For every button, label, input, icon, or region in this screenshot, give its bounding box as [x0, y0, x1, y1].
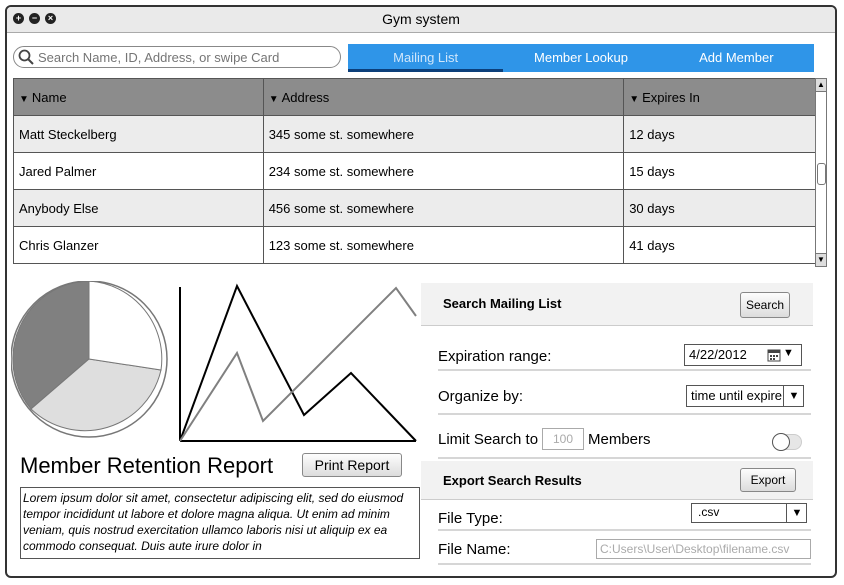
- cell-name: Chris Glanzer: [13, 226, 264, 264]
- cell-address: 123 some st. somewhere: [262, 226, 625, 264]
- tab-member-lookup[interactable]: Member Lookup: [503, 44, 658, 72]
- report-description[interactable]: Lorem ipsum dolor sit amet, consectetur …: [20, 487, 420, 559]
- expiration-date-value: 4/22/2012: [689, 347, 747, 362]
- search-section-header: Search Mailing List Search: [421, 283, 813, 326]
- column-header-label: Expires In: [642, 89, 700, 105]
- scroll-down-icon[interactable]: ▼: [816, 253, 826, 266]
- report-title: Member Retention Report: [20, 453, 274, 478]
- table-header-row: ▼ Name ▼ Address ▼ Expires In: [13, 78, 817, 116]
- window-title: Gym system: [382, 11, 460, 27]
- scroll-up-icon[interactable]: ▲: [816, 79, 826, 92]
- cell-address: 234 some st. somewhere: [262, 152, 625, 190]
- expiration-date-field[interactable]: 4/22/2012 ▼: [684, 344, 802, 366]
- sort-caret-icon: ▼: [19, 93, 29, 105]
- file-type-select[interactable]: .csv ▼: [691, 503, 807, 523]
- search-icon: [18, 49, 34, 65]
- line-chart: [179, 283, 417, 442]
- file-type-label: File Type:: [438, 510, 503, 527]
- file-type-row: File Type: .csv ▼: [438, 499, 811, 531]
- column-header-name[interactable]: ▼ Name: [13, 78, 264, 116]
- organize-select[interactable]: time until expire ▼: [686, 385, 804, 407]
- chevron-down-icon[interactable]: ▼: [783, 347, 794, 359]
- tab-mailing-list[interactable]: Mailing List: [348, 44, 504, 72]
- search-box[interactable]: [13, 46, 341, 68]
- tab-bar: Mailing List Member Lookup Add Member: [348, 44, 814, 72]
- table-row[interactable]: Chris Glanzer 123 some st. somewhere 41 …: [13, 226, 817, 264]
- expiration-label: Expiration range:: [438, 348, 552, 365]
- chevron-down-icon[interactable]: ▼: [783, 386, 804, 406]
- series-line-light: [179, 286, 417, 442]
- organize-select-value: time until expire: [691, 388, 783, 403]
- report-charts: [11, 281, 417, 442]
- cell-expires: 30 days: [623, 189, 817, 227]
- expiration-row: Expiration range: 4/22/2012 ▼: [438, 333, 811, 371]
- cell-expires: 15 days: [623, 152, 817, 190]
- pie-slice-small: [88, 281, 163, 371]
- print-report-button[interactable]: Print Report: [302, 453, 402, 477]
- export-section-title: Export Search Results: [443, 473, 582, 488]
- file-name-row: File Name: C:Users\User\Desktop\filename…: [438, 533, 811, 565]
- cell-name: Anybody Else: [13, 189, 264, 227]
- title-bar: + − × Gym system: [7, 7, 835, 33]
- table-row[interactable]: Jared Palmer 234 some st. somewhere 15 d…: [13, 152, 817, 190]
- column-header-expires[interactable]: ▼ Expires In: [623, 78, 817, 116]
- search-button[interactable]: Search: [740, 292, 790, 318]
- tab-add-member[interactable]: Add Member: [659, 44, 814, 72]
- cell-expires: 12 days: [623, 115, 817, 153]
- file-name-label: File Name:: [438, 541, 511, 558]
- series-line-dark: [179, 283, 417, 442]
- file-name-input[interactable]: C:Users\User\Desktop\filename.csv: [596, 539, 811, 559]
- cell-address: 345 some st. somewhere: [262, 115, 625, 153]
- column-header-label: Name: [31, 89, 67, 105]
- scroll-thumb[interactable]: [817, 163, 826, 185]
- cell-name: Matt Steckelberg: [13, 115, 264, 153]
- organize-row: Organize by: time until expire ▼: [438, 373, 811, 415]
- export-section-header: Export Search Results Export: [421, 461, 813, 500]
- chevron-down-icon[interactable]: ▼: [786, 504, 807, 522]
- table-row[interactable]: Anybody Else 456 some st. somewhere 30 d…: [13, 189, 817, 227]
- limit-input[interactable]: 100: [542, 428, 584, 450]
- limit-label-prefix: Limit Search to: [438, 431, 539, 448]
- app-window: + − × Gym system Mailing List Member Loo…: [5, 5, 837, 578]
- member-table: ▼ Name ▼ Address ▼ Expires In Matt Steckelb…: [13, 78, 817, 264]
- limit-toggle[interactable]: [772, 433, 802, 451]
- limit-label-suffix: Members: [588, 431, 651, 448]
- cell-name: Jared Palmer: [13, 152, 264, 190]
- pie-chart: [11, 281, 168, 438]
- column-header-address[interactable]: ▼ Address: [262, 78, 625, 116]
- search-section-title: Search Mailing List: [443, 296, 562, 311]
- limit-row: Limit Search to 100 Members: [438, 417, 811, 459]
- calendar-icon[interactable]: [767, 348, 781, 362]
- sort-caret-icon: ▼: [268, 93, 279, 105]
- organize-label: Organize by:: [438, 388, 524, 405]
- cell-address: 456 some st. somewhere: [262, 189, 625, 227]
- search-input[interactable]: [36, 48, 330, 66]
- table-scrollbar[interactable]: ▲ ▼: [815, 78, 827, 267]
- table-row[interactable]: Matt Steckelberg 345 some st. somewhere …: [13, 115, 817, 153]
- cell-expires: 41 days: [623, 226, 817, 264]
- sort-caret-icon: ▼: [629, 93, 640, 105]
- file-type-value: .csv: [698, 505, 720, 519]
- export-button[interactable]: Export: [740, 468, 796, 492]
- column-header-label: Address: [281, 89, 330, 105]
